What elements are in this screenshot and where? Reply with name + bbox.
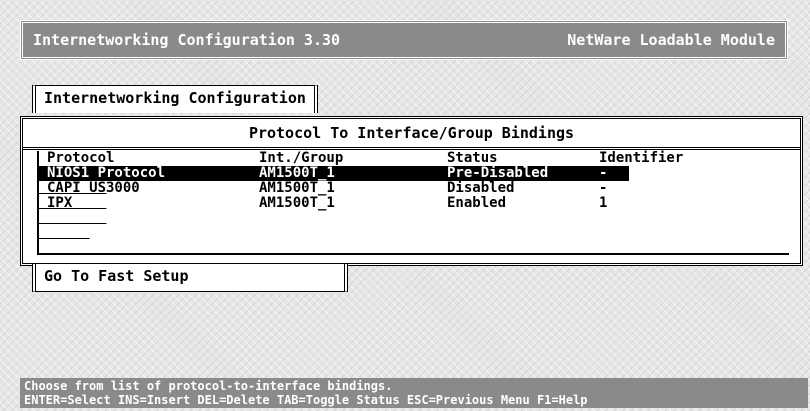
go-to-fast-setup-menu-item[interactable]: Go To Fast Setup xyxy=(32,264,348,292)
app-title: Internetworking Configuration 3.30 xyxy=(33,31,341,49)
status-bar: Choose from list of protocol-to-interfac… xyxy=(20,378,808,408)
cell-identifier: - xyxy=(599,180,608,196)
key-help: ENTER=Select INS=Insert DEL=Delete TAB=T… xyxy=(24,393,588,407)
cell-int-group: AM1500T_1 xyxy=(259,195,335,211)
bindings-list[interactable]: Protocol Int./Group Status Identifier NI… xyxy=(37,151,789,255)
column-header-protocol: Protocol xyxy=(47,150,115,166)
cell-protocol: IPX xyxy=(47,195,73,211)
cell-int-group: AM1500T_1 xyxy=(259,165,335,181)
cell-protocol: CAPI US3000 xyxy=(47,180,140,196)
netware-console-screen: Internetworking Configuration 3.30 NetWa… xyxy=(0,0,810,411)
cell-status: Disabled xyxy=(447,180,515,196)
binding-row[interactable]: IPX AM1500T_1 Enabled 1 xyxy=(39,196,789,211)
bindings-title: Protocol To Interface/Group Bindings xyxy=(23,119,800,150)
bindings-panel: Protocol To Interface/Group Bindings Pro… xyxy=(20,116,803,266)
cell-identifier: - xyxy=(599,165,608,181)
title-bar: Internetworking Configuration 3.30 NetWa… xyxy=(20,20,788,60)
binding-row[interactable]: CAPI US3000 AM1500T_1 Disabled - xyxy=(39,181,789,196)
column-header-identifier: Identifier xyxy=(599,150,684,166)
cell-int-group: AM1500T_1 xyxy=(259,180,335,196)
module-type-label: NetWare Loadable Module xyxy=(567,31,775,49)
status-hint: Choose from list of protocol-to-interfac… xyxy=(24,379,393,393)
column-header-status: Status xyxy=(447,150,498,166)
cell-protocol: NIOS1 Protocol xyxy=(47,165,166,181)
column-header-int-group: Int./Group xyxy=(259,150,344,166)
cell-identifier: 1 xyxy=(599,195,608,211)
binding-row-selected[interactable]: NIOS1 Protocol AM1500T_1 Pre-Disabled - xyxy=(39,166,629,181)
cell-status: Pre-Disabled xyxy=(447,165,549,181)
menu-title: Internetworking Configuration xyxy=(32,85,318,113)
cell-status: Enabled xyxy=(447,195,507,211)
column-header-row: Protocol Int./Group Status Identifier xyxy=(39,151,789,166)
